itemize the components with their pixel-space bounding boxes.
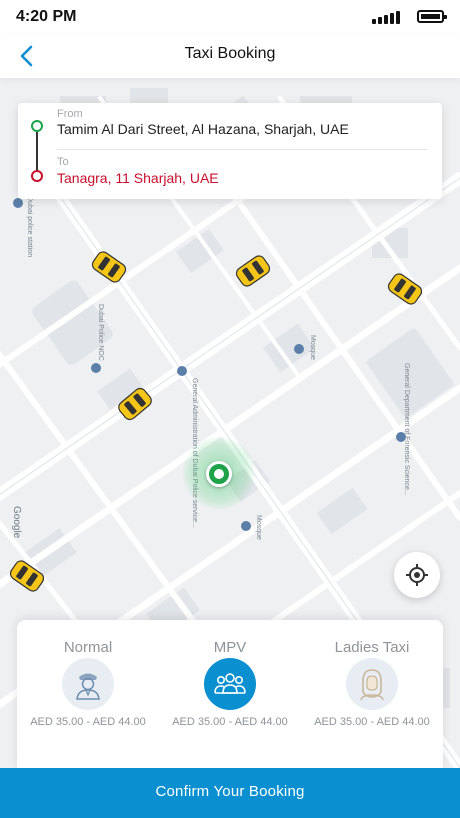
driver-icon — [62, 658, 114, 710]
signal-icon — [372, 10, 400, 24]
vehicle-option-normal[interactable]: Normal AED 35.00 - AED 44.00 — [17, 620, 159, 768]
map-label-police-noc: Dubai Police NOC — [97, 304, 104, 361]
route-card: From Tamim Al Dari Street, Al Hazana, Sh… — [18, 103, 442, 199]
vehicle-name: Ladies Taxi — [334, 639, 410, 656]
from-dot-icon — [31, 120, 43, 132]
map-label-police-station: Dubai police station — [26, 196, 33, 258]
map-label-mosque-1: Mosque — [309, 335, 316, 360]
map-label-forensic: General Department of Forensic Science..… — [403, 363, 410, 496]
route-divider — [57, 149, 428, 150]
route-line — [36, 132, 38, 174]
map-label-mosque-2: Mosque — [255, 515, 262, 540]
vehicle-type-panel: Normal AED 35.00 - AED 44.00 MPV AED 35.… — [17, 620, 443, 770]
to-dot-icon — [31, 170, 43, 182]
my-location-button[interactable] — [394, 552, 440, 598]
confirm-booking-button[interactable]: Confirm Your Booking — [0, 768, 460, 818]
status-bar: 4:20 PM — [0, 0, 460, 34]
crosshair-icon — [406, 564, 428, 586]
page-title: Taxi Booking — [184, 45, 276, 62]
from-label: From — [57, 108, 83, 120]
battery-icon — [417, 10, 447, 23]
vehicle-option-ladies[interactable]: Ladies Taxi AED 35.00 - AED 44.00 — [301, 620, 443, 768]
from-field[interactable]: Tamim Al Dari Street, Al Hazana, Sharjah… — [57, 121, 349, 137]
group-icon — [204, 658, 256, 710]
vehicle-price: AED 35.00 - AED 44.00 — [172, 716, 288, 728]
vehicle-name: Normal — [63, 639, 113, 656]
to-label: To — [57, 156, 69, 168]
location-pin-icon[interactable] — [206, 461, 232, 487]
vehicle-name: MPV — [213, 639, 247, 656]
status-time: 4:20 PM — [16, 8, 77, 25]
to-field[interactable]: Tanagra, 11 Sharjah, UAE — [57, 170, 219, 186]
vehicle-price: AED 35.00 - AED 44.00 — [30, 716, 146, 728]
lady-icon — [346, 658, 398, 710]
vehicle-price: AED 35.00 - AED 44.00 — [314, 716, 430, 728]
google-logo: Google — [11, 506, 22, 539]
vehicle-option-mpv[interactable]: MPV AED 35.00 - AED 44.00 — [159, 620, 301, 768]
nav-bar: Taxi Booking — [0, 34, 460, 78]
